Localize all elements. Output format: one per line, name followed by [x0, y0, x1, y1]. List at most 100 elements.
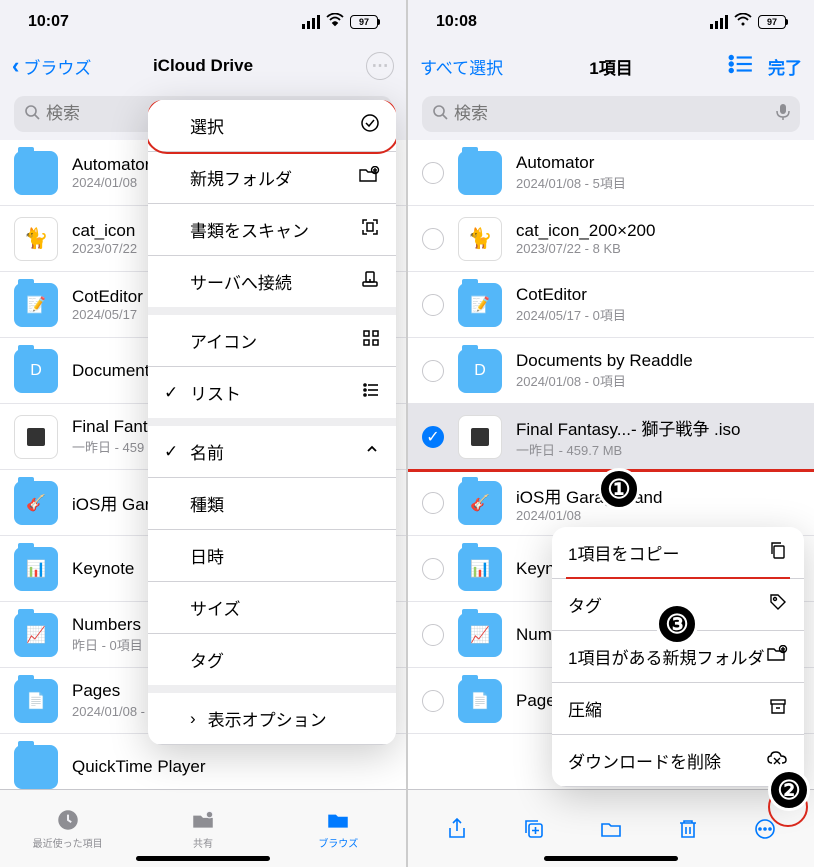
menu-item[interactable]: 書類をスキャン [148, 204, 396, 256]
search-icon [24, 104, 40, 125]
scan-icon [360, 217, 380, 242]
battery-icon: 97 [758, 15, 786, 29]
menu-label: サイズ [190, 595, 241, 620]
list-item[interactable]: 🐈 cat_icon_200×200 2023/07/22 - 8 KB [408, 206, 814, 272]
menu-label: リスト [190, 380, 241, 405]
select-radio[interactable]: ✓ [422, 426, 444, 448]
item-meta: 2024/01/08 - 5項目 [516, 173, 800, 192]
menu-label: タグ [568, 592, 602, 617]
menu-item[interactable]: ダウンロードを削除 [552, 735, 804, 787]
image-thumb-icon: 🐈 [14, 217, 58, 261]
menu-item[interactable]: 日時 [148, 530, 396, 582]
select-radio[interactable] [422, 558, 444, 580]
done-button[interactable]: 完了 [768, 54, 802, 79]
search-field[interactable] [422, 96, 800, 132]
item-name: iOS用 GarageBand [516, 483, 800, 508]
menu-item[interactable]: ›表示オプション [148, 693, 396, 745]
back-button[interactable]: ‹ ブラウズ [12, 53, 112, 79]
folder-plus-icon [358, 166, 380, 189]
server-icon [360, 269, 380, 294]
menu-item[interactable]: タグ [148, 634, 396, 693]
cellular-icon [710, 15, 728, 29]
menu-item[interactable]: ✓リスト [148, 367, 396, 426]
back-label: ブラウズ [23, 54, 91, 79]
menu-item[interactable]: 選択 [148, 100, 396, 152]
menu-item[interactable]: 1項目をコピー [552, 527, 804, 579]
context-menu: 1項目をコピー タグ 1項目がある新規フォルダ 圧縮 ダウンロードを削除 [552, 527, 804, 787]
menu-item[interactable]: サイズ [148, 582, 396, 634]
menu-label: アイコン [190, 328, 257, 353]
archive-icon [768, 696, 788, 721]
menu-item[interactable]: アイコン [148, 315, 396, 367]
chevron-left-icon: ‹ [12, 53, 19, 79]
menu-label: 1項目をコピー [568, 540, 679, 565]
folder-icon: 📈 [14, 613, 58, 657]
item-meta: 2023/07/22 - 8 KB [516, 241, 800, 256]
folder-icon: 📄 [458, 679, 502, 723]
menu-label: サーバへ接続 [190, 269, 292, 294]
menu-item[interactable]: ✓名前 [148, 426, 396, 478]
folder-icon [14, 745, 58, 789]
view-list-button[interactable] [728, 51, 754, 82]
menu-item[interactable]: 新規フォルダ [148, 152, 396, 204]
menu-label: 選択 [190, 113, 224, 138]
menu-item[interactable]: 圧縮 [552, 683, 804, 735]
folder-plus-icon [766, 645, 788, 668]
status-right: 97 [302, 13, 378, 32]
select-radio[interactable] [422, 624, 444, 646]
item-name: QuickTime Player [72, 757, 392, 777]
select-radio[interactable] [422, 492, 444, 514]
folder-icon: 📊 [458, 547, 502, 591]
tag-icon [768, 592, 788, 617]
duplicate-button[interactable] [514, 809, 554, 849]
menu-label: 表示オプション [208, 706, 327, 731]
list-icon [362, 381, 380, 404]
menu-item[interactable]: 種類 [148, 478, 396, 530]
list-item[interactable]: D Documents by Readdle 2024/01/08 - 0項目 [408, 338, 814, 404]
search-icon [432, 104, 448, 125]
menu-label: 1項目がある新規フォルダ [568, 644, 764, 669]
more-button[interactable] [745, 809, 785, 849]
wifi-icon [326, 13, 344, 32]
tab-label: 共有 [193, 835, 213, 850]
select-radio[interactable] [422, 294, 444, 316]
list-item[interactable]: 📝 CotEditor 2024/05/17 - 0項目 [408, 272, 814, 338]
chevron-up-icon [364, 441, 380, 462]
item-meta: 一昨日 - 459.7 MB [516, 440, 800, 459]
share-button[interactable] [437, 809, 477, 849]
list-item[interactable]: Automator 2024/01/08 - 5項目 [408, 140, 814, 206]
select-radio[interactable] [422, 690, 444, 712]
select-radio[interactable] [422, 228, 444, 250]
tab-0[interactable]: 最近使った項目 [0, 790, 135, 867]
select-radio[interactable] [422, 360, 444, 382]
menu-item[interactable]: サーバへ接続 [148, 256, 396, 315]
menu-label: 日時 [190, 543, 224, 568]
select-all-label: すべて選択 [420, 54, 503, 79]
more-button[interactable]: ⋯ [366, 52, 394, 80]
menu-label: 種類 [190, 491, 224, 516]
folder-icon: 📄 [14, 679, 58, 723]
menu-label: 名前 [190, 439, 224, 464]
folder-icon: D [14, 349, 58, 393]
page-title: 1項目 [589, 54, 632, 79]
select-all-button[interactable]: すべて選択 [420, 54, 520, 79]
microphone-icon[interactable] [776, 103, 790, 126]
menu-label: 新規フォルダ [190, 165, 292, 190]
move-button[interactable] [591, 809, 631, 849]
folder-icon: 📝 [458, 283, 502, 327]
item-meta: 2024/01/08 - 0項目 [516, 371, 800, 390]
grid-icon [362, 329, 380, 352]
list-item[interactable]: ✓ Final Fantasy...- 獅子戦争 .iso 一昨日 - 459.… [408, 404, 814, 470]
folder-icon: 📈 [458, 613, 502, 657]
folder-icon: D [458, 349, 502, 393]
status-bar: 10:08 97 [408, 0, 814, 44]
menu-label: ダウンロードを削除 [568, 748, 721, 773]
select-radio[interactable] [422, 162, 444, 184]
tab-2[interactable]: ブラウズ [271, 790, 406, 867]
battery-icon: 97 [350, 15, 378, 29]
menu-label: 圧縮 [568, 696, 602, 721]
search-input[interactable] [454, 104, 770, 124]
delete-button[interactable] [668, 809, 708, 849]
phone-left: 10:07 97 ‹ ブラウズ iCloud Drive ⋯ A [0, 0, 406, 867]
context-menu: 選択 新規フォルダ 書類をスキャン サーバへ接続 アイコン ✓リスト ✓名前 種… [148, 100, 396, 745]
